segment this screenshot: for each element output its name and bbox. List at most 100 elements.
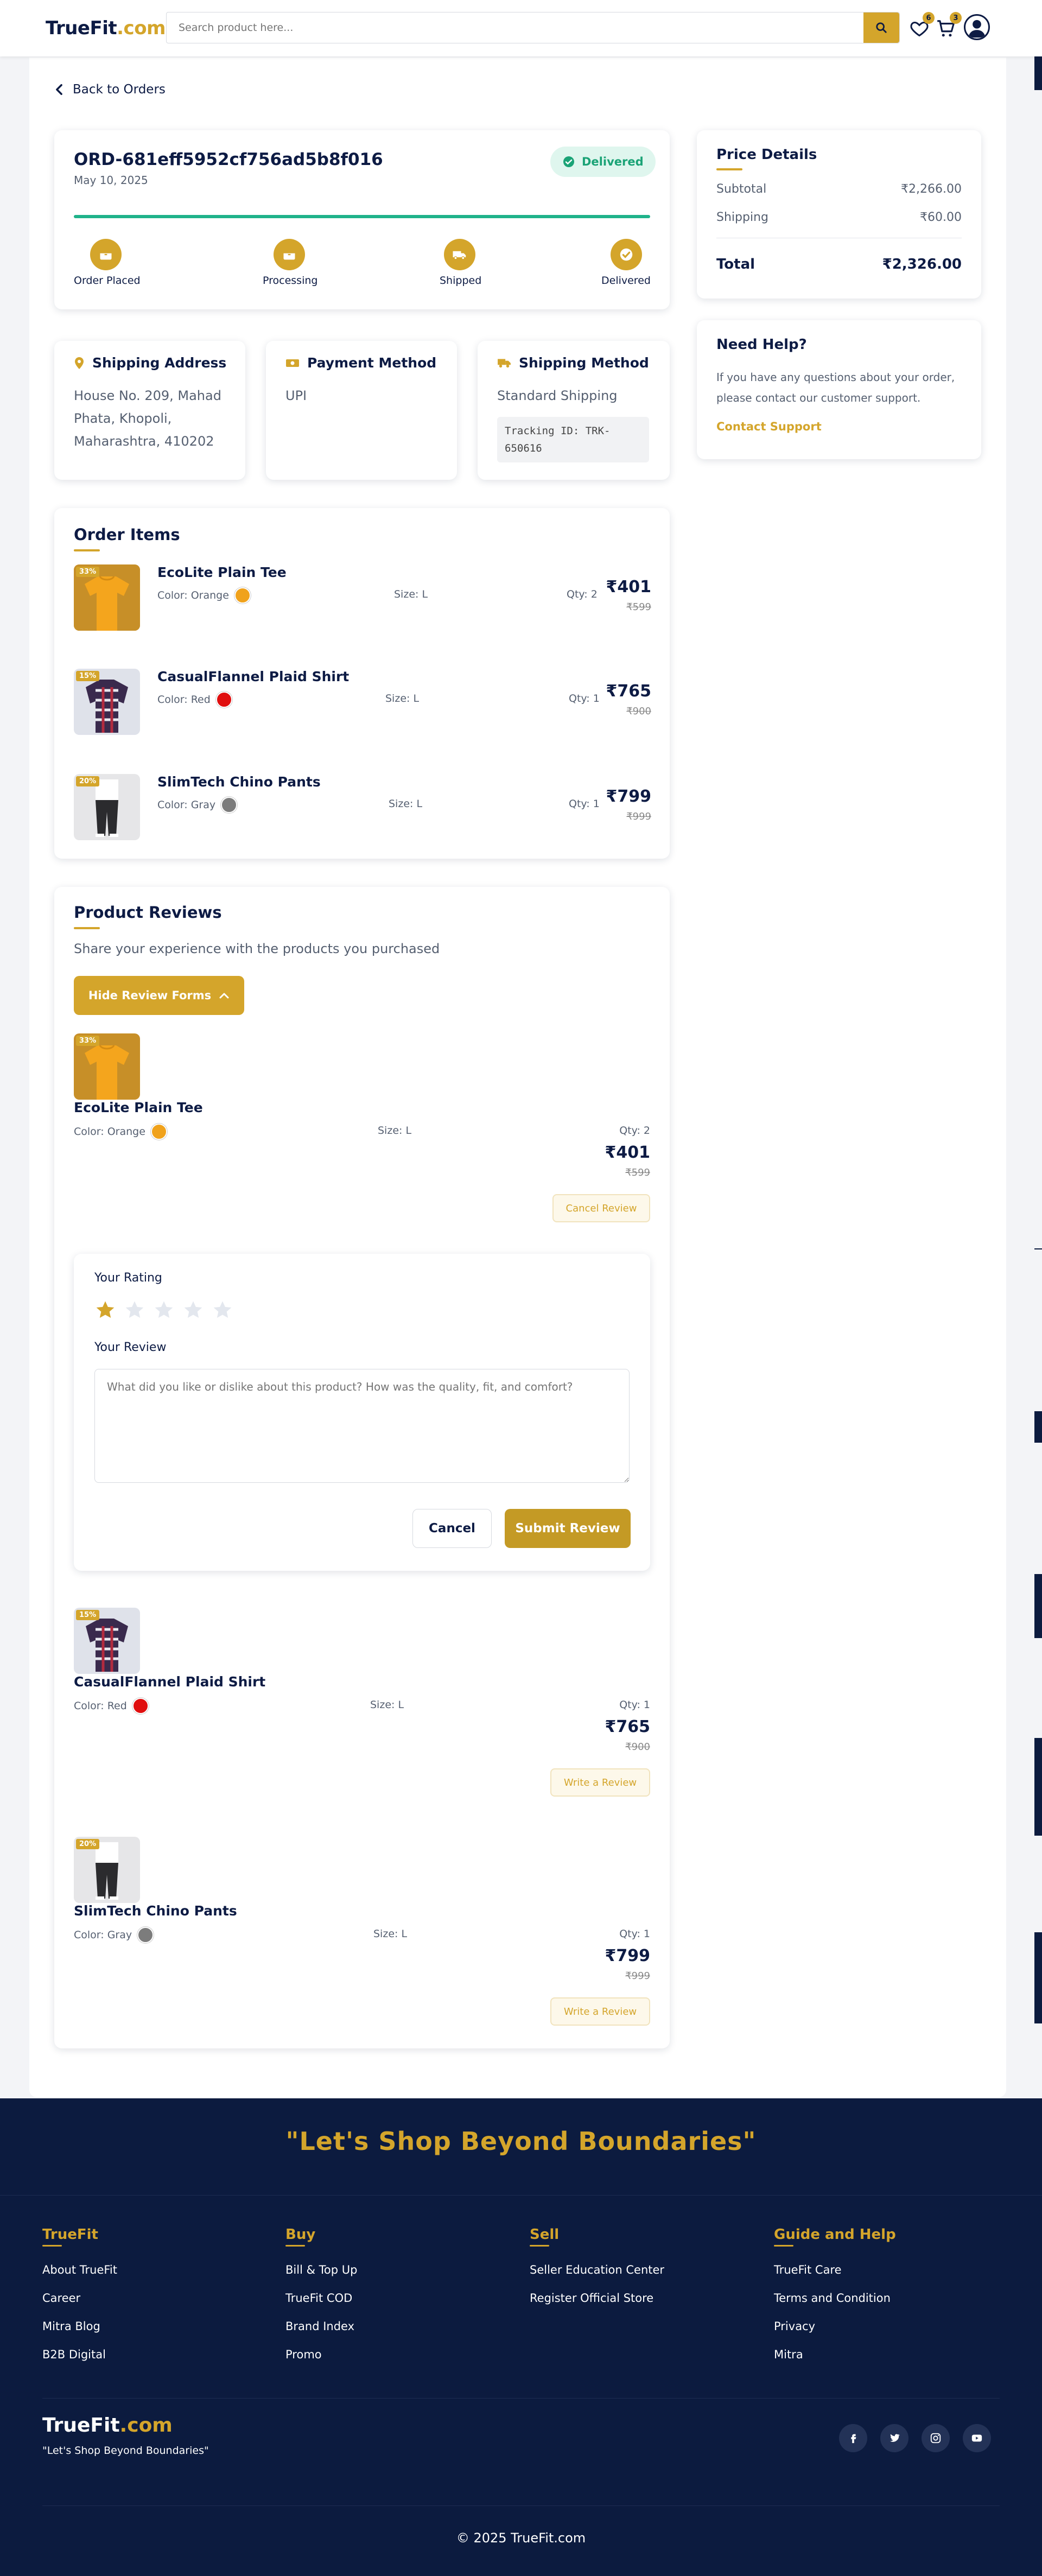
top-navbar: TrueFit.com 6 3 bbox=[0, 0, 1042, 56]
payment-method-title: Payment Method bbox=[285, 355, 436, 371]
shipping-method-value: Standard Shipping bbox=[497, 388, 618, 403]
product-qty: Qty: 1 bbox=[569, 798, 600, 810]
shipping-address-card: Shipping Address House No. 209, Mahad Pha… bbox=[54, 341, 245, 480]
product-original-price: ₹999 bbox=[626, 811, 651, 822]
copyright: © 2025 TrueFit.com bbox=[456, 2530, 586, 2546]
product-original-price: ₹599 bbox=[626, 601, 651, 613]
divider bbox=[0, 2195, 1042, 2196]
product-qty: Qty: 1 bbox=[569, 693, 600, 705]
write-review-button[interactable]: Write a Review bbox=[550, 1997, 650, 2026]
twitter-link[interactable] bbox=[880, 2424, 908, 2452]
divider bbox=[42, 2505, 1000, 2506]
product-color: Color: Gray bbox=[157, 797, 238, 813]
truck-icon bbox=[498, 358, 511, 367]
product-image: 15% bbox=[74, 669, 140, 735]
twitter-icon bbox=[889, 2434, 900, 2442]
chevron-left-icon bbox=[56, 84, 62, 95]
reviews-subtitle: Share your experience with the products … bbox=[74, 941, 440, 956]
footer-link[interactable]: About TrueFit bbox=[42, 2263, 117, 2276]
footer-link[interactable]: Privacy bbox=[774, 2320, 815, 2333]
star-2-icon[interactable] bbox=[124, 1299, 145, 1321]
edge-decoration bbox=[1034, 56, 1042, 2153]
discount-badge: 15% bbox=[76, 1610, 100, 1620]
product-size: Size: L bbox=[378, 1125, 412, 1137]
product-image: 33% bbox=[74, 564, 140, 631]
step-delivered-icon bbox=[611, 239, 642, 270]
product-name: SlimTech Chino Pants bbox=[74, 1903, 237, 1919]
box-icon bbox=[100, 251, 112, 260]
toggle-review-forms-button[interactable]: Hide Review Forms bbox=[74, 976, 244, 1015]
progress-fill bbox=[74, 215, 650, 218]
color-swatch bbox=[221, 797, 238, 813]
back-to-orders-link[interactable]: Back to Orders bbox=[54, 83, 166, 97]
product-image: 33% bbox=[74, 1033, 140, 1100]
check-circle-icon bbox=[563, 156, 574, 167]
contact-support-link[interactable]: Contact Support bbox=[716, 420, 822, 433]
footer-link[interactable]: B2B Digital bbox=[42, 2348, 106, 2361]
footer-link[interactable]: Promo bbox=[285, 2348, 322, 2361]
help-text: If you have any questions about your ord… bbox=[716, 371, 955, 404]
discount-badge: 15% bbox=[76, 671, 100, 681]
search-input[interactable] bbox=[167, 12, 863, 43]
cart-count-badge: 3 bbox=[950, 12, 962, 24]
product-name: CasualFlannel Plaid Shirt bbox=[74, 1674, 266, 1690]
star-4-icon[interactable] bbox=[182, 1299, 204, 1321]
payment-method-value: UPI bbox=[285, 388, 307, 403]
product-color: Color: Gray bbox=[74, 1927, 154, 1943]
map-pin-icon bbox=[75, 357, 84, 369]
subtotal-value: ₹2,266.00 bbox=[901, 182, 962, 196]
star-1-icon[interactable] bbox=[94, 1299, 116, 1321]
wishlist-button[interactable]: 6 bbox=[907, 12, 935, 39]
step-label: Order Placed bbox=[74, 275, 141, 287]
footer-link[interactable]: Bill & Top Up bbox=[285, 2263, 357, 2276]
cancel-button[interactable]: Cancel bbox=[412, 1509, 492, 1548]
product-color: Color: Orange bbox=[157, 587, 251, 604]
need-help-title: Need Help? bbox=[716, 337, 807, 353]
star-5-icon[interactable] bbox=[212, 1299, 233, 1321]
total-value: ₹2,326.00 bbox=[882, 256, 962, 272]
star-3-icon[interactable] bbox=[153, 1299, 175, 1321]
footer-link[interactable]: Seller Education Center bbox=[530, 2263, 664, 2276]
product-price: ₹799 bbox=[606, 787, 652, 806]
need-help-card: Need Help? If you have any questions abo… bbox=[697, 320, 981, 459]
review-textarea[interactable] bbox=[94, 1369, 630, 1483]
step-label: Delivered bbox=[601, 275, 651, 287]
order-date: May 10, 2025 bbox=[74, 174, 148, 187]
write-review-button[interactable]: Write a Review bbox=[550, 1768, 650, 1797]
footer-link[interactable]: Brand Index bbox=[285, 2320, 354, 2333]
color-swatch bbox=[215, 691, 232, 708]
shipping-address-title: Shipping Address bbox=[74, 355, 226, 371]
step-label: Processing bbox=[263, 275, 318, 287]
product-original-price: ₹999 bbox=[625, 1970, 650, 1982]
shipping-method-title: Shipping Method bbox=[497, 355, 649, 371]
user-avatar[interactable] bbox=[964, 14, 990, 40]
site-logo[interactable]: TrueFit.com bbox=[46, 17, 166, 39]
footer-column-title: TrueFit bbox=[42, 2226, 98, 2247]
youtube-link[interactable] bbox=[963, 2424, 991, 2452]
footer-link[interactable]: Mitra bbox=[774, 2348, 803, 2361]
cancel-review-button[interactable]: Cancel Review bbox=[552, 1194, 650, 1222]
product-color: Color: Red bbox=[157, 691, 232, 708]
footer-link[interactable]: Mitra Blog bbox=[42, 2320, 100, 2333]
footer-link[interactable]: TrueFit COD bbox=[285, 2292, 352, 2305]
rating-label: Your Rating bbox=[94, 1271, 162, 1285]
footer-column-title: Buy bbox=[285, 2226, 315, 2247]
submit-review-button[interactable]: Submit Review bbox=[505, 1509, 631, 1548]
user-icon bbox=[968, 20, 986, 38]
footer-logo[interactable]: TrueFit.com bbox=[42, 2414, 173, 2437]
facebook-link[interactable] bbox=[839, 2424, 867, 2452]
facebook-icon bbox=[851, 2434, 856, 2444]
instagram-link[interactable] bbox=[922, 2424, 950, 2452]
box-icon bbox=[283, 251, 295, 260]
cart-button[interactable]: 3 bbox=[935, 12, 962, 39]
color-swatch bbox=[234, 587, 251, 604]
search-button[interactable] bbox=[863, 12, 899, 43]
footer-link[interactable]: Terms and Condition bbox=[774, 2292, 891, 2305]
footer-link[interactable]: TrueFit Care bbox=[774, 2263, 842, 2276]
product-qty: Qty: 2 bbox=[619, 1125, 650, 1137]
subtotal-label: Subtotal bbox=[716, 182, 767, 196]
chevron-up-icon bbox=[219, 993, 229, 999]
footer-link[interactable]: Career bbox=[42, 2292, 80, 2305]
footer-link[interactable]: Register Official Store bbox=[530, 2292, 653, 2305]
product-reviews-title: Product Reviews bbox=[74, 903, 222, 929]
